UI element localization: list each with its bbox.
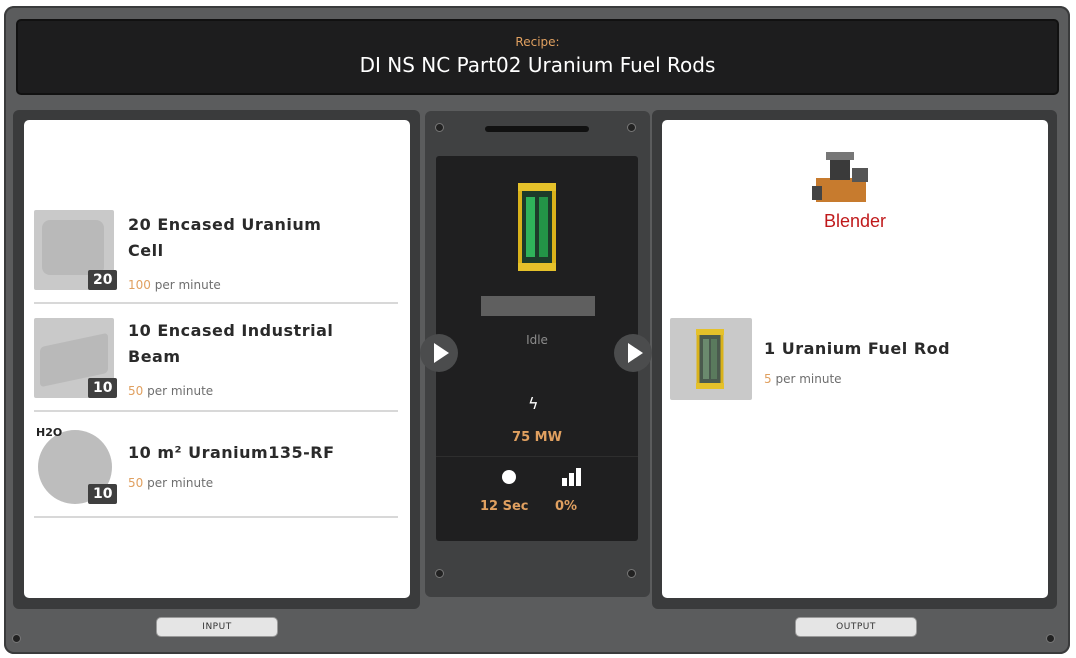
input-item-row[interactable]: 20 20 Encased Uranium Cell 100 per minut… — [34, 202, 398, 304]
clock-icon — [502, 470, 516, 484]
input-item-row[interactable]: 10 10 Encased Industrial Beam 50 per min… — [34, 308, 398, 412]
item-name: 10 Encased Industrial Beam — [128, 321, 334, 366]
uranium-fuel-rod-icon — [696, 329, 724, 389]
recipe-header: Recipe: DI NS NC Part02 Uranium Fuel Rod… — [16, 19, 1059, 95]
input-arrow-button[interactable] — [420, 334, 458, 372]
fluid-tag: H2O — [36, 426, 63, 439]
quantity-badge: 20 — [88, 270, 118, 290]
productivity-icon — [562, 468, 581, 486]
row-divider — [34, 410, 398, 412]
row-divider — [34, 302, 398, 304]
input-item-row[interactable]: H2O 10 10 m² Uranium135-RF 50 per minute — [34, 416, 398, 518]
quantity-badge: 10 — [88, 484, 118, 504]
item-rate: 50 per minute — [128, 384, 214, 398]
output-item-name: 1 Uranium Fuel Rod — [764, 339, 951, 358]
output-panel: Blender 1 Uranium Fuel Rod 5 per minute — [662, 120, 1048, 598]
blender-icon — [812, 152, 868, 202]
power-icon: ϟ — [528, 394, 539, 413]
cycle-time: 12 Sec — [480, 499, 529, 514]
recipe-label: Recipe: — [515, 35, 560, 49]
uranium-fuel-rod-icon — [518, 183, 556, 271]
power-value: 75 MW — [512, 430, 562, 445]
output-tab[interactable]: OUTPUT — [795, 617, 917, 637]
recipe-title: DI NS NC Part02 Uranium Fuel Rods — [359, 53, 716, 77]
output-item-thumb[interactable] — [670, 318, 752, 400]
progress-bar — [481, 296, 595, 316]
corner-screw — [1046, 634, 1055, 643]
row-divider — [34, 516, 398, 518]
machine-display: Idle ϟ 75 MW 12 Sec 0% — [436, 156, 638, 541]
machine-slot — [485, 126, 589, 132]
output-arrow-button[interactable] — [614, 334, 652, 372]
item-name: 10 m² Uranium135-RF — [128, 443, 335, 462]
input-panel: 20 20 Encased Uranium Cell 100 per minut… — [24, 120, 410, 598]
machine-status: Idle — [526, 333, 548, 347]
item-rate: 50 per minute — [128, 476, 214, 490]
building-name: Blender — [823, 211, 887, 231]
item-rate: 100 per minute — [128, 278, 221, 292]
item-name: 20 Encased Uranium Cell — [128, 215, 322, 260]
corner-screw — [12, 634, 21, 643]
quantity-badge: 10 — [88, 378, 118, 398]
input-tab[interactable]: INPUT — [156, 617, 278, 637]
output-item-rate: 5 per minute — [764, 372, 842, 386]
productivity-value: 0% — [555, 499, 578, 514]
